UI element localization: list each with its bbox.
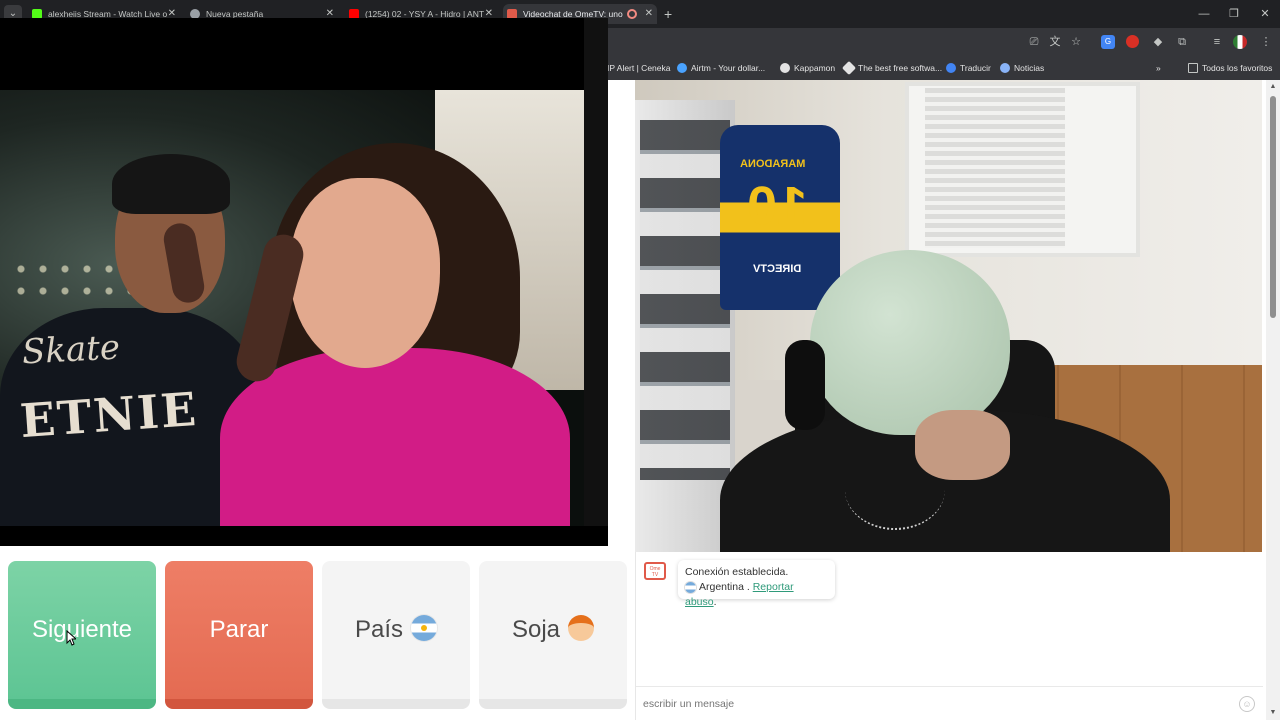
shirt-text-top: Skate xyxy=(21,327,121,373)
recording-icon xyxy=(627,9,637,19)
extension-translate-icon[interactable]: G xyxy=(1101,35,1115,49)
stranger-video: MARADONA 10 DIRECTV xyxy=(635,80,1262,552)
bookmark-traducir[interactable]: Traducir xyxy=(946,56,991,80)
bookmark-kappamon[interactable]: Kappamon xyxy=(780,56,835,80)
news-bookmark-icon xyxy=(1000,63,1010,73)
video-person2-sweater xyxy=(220,348,570,546)
profile-icon[interactable] xyxy=(1233,35,1247,49)
jersey-number: 10 xyxy=(747,176,808,236)
bookmark-label: The best free softwa... xyxy=(858,63,943,73)
video-necklace xyxy=(845,450,945,530)
ometv-logo-icon: Ome TV xyxy=(644,562,666,580)
gender-filter-button[interactable]: Soja xyxy=(479,561,627,709)
translate-icon[interactable]: 文 xyxy=(1047,34,1063,50)
argentina-flag-icon xyxy=(685,581,696,593)
emoji-icon[interactable]: ☺ xyxy=(1239,696,1255,712)
bookmark-label: Kappamon xyxy=(794,63,836,73)
all-bookmarks-label: Todos los favoritos xyxy=(1202,63,1273,73)
stop-button[interactable]: Parar xyxy=(165,561,313,709)
jersey-name: MARADONA xyxy=(740,158,806,170)
country-name: Argentina xyxy=(699,581,744,593)
restore-icon[interactable]: ❐ xyxy=(1219,4,1249,24)
gender-label: Soja xyxy=(511,616,561,643)
all-bookmarks-button[interactable]: Todos los favoritos xyxy=(1188,56,1272,80)
bookmark-free-software[interactable]: The best free softwa... xyxy=(841,56,943,80)
next-button[interactable]: Siguiente xyxy=(8,561,156,709)
video-headset xyxy=(785,340,825,430)
folder-icon xyxy=(1188,63,1198,73)
airtm-icon xyxy=(677,63,687,73)
video-edge xyxy=(584,18,608,546)
argentina-flag-icon xyxy=(411,614,438,641)
diamond-bookmark-icon xyxy=(841,60,857,76)
country-line: Argentina . Reportar abuso. xyxy=(685,580,828,610)
minimize-icon[interactable]: — xyxy=(1189,4,1219,24)
bookmarks-overflow-button[interactable]: » xyxy=(1156,56,1161,80)
extension-red-icon[interactable] xyxy=(1126,35,1139,48)
chat-panel: Ome TV Conexión establecida. Argentina .… xyxy=(635,552,1263,720)
video-person-beanie xyxy=(810,250,1010,435)
bookmark-label: Traducir xyxy=(960,63,991,73)
system-message: Conexión establecida. Argentina . Report… xyxy=(678,560,835,608)
kappamon-icon xyxy=(780,63,790,73)
video-shelf-items xyxy=(640,120,730,480)
extension-diamond-icon[interactable]: ◆ xyxy=(1150,34,1166,50)
star-icon[interactable]: ☆ xyxy=(1068,34,1084,50)
menu-icon[interactable]: ⋮ xyxy=(1258,34,1274,50)
mouse-cursor-icon xyxy=(66,630,76,646)
bookmark-airtm[interactable]: Airtm - Your dollar... xyxy=(677,56,765,80)
video-person1-hair xyxy=(112,154,230,214)
country-filter-button[interactable]: País xyxy=(322,561,470,709)
bookmark-label: IP Alert | Ceneka xyxy=(607,63,671,73)
bookmark-noticias[interactable]: Noticias xyxy=(1000,56,1044,80)
next-label: Siguiente xyxy=(31,616,133,643)
country-label: País xyxy=(354,616,404,643)
video-blind xyxy=(925,88,1065,248)
chevron-double-right-icon: » xyxy=(1156,63,1161,73)
translate-bookmark-icon xyxy=(946,63,956,73)
scroll-down-icon[interactable]: ▼ xyxy=(1269,709,1277,717)
new-tab-button[interactable]: + xyxy=(664,4,672,24)
chat-input-bar: ☺ xyxy=(636,686,1263,720)
bookmark-label: Noticias xyxy=(1014,63,1045,73)
report-suffix: . xyxy=(713,596,717,608)
scroll-thumb[interactable] xyxy=(1270,96,1276,318)
separator: . xyxy=(743,581,753,593)
scroll-up-icon[interactable]: ▲ xyxy=(1269,83,1277,91)
close-tab-icon[interactable]: ✕ xyxy=(645,4,653,24)
cast-icon[interactable]: ⎚ xyxy=(1026,34,1042,50)
connection-status: Conexión establecida. xyxy=(685,566,789,578)
jersey-sponsor: DIRECTV xyxy=(753,263,802,275)
message-input[interactable] xyxy=(643,694,1223,714)
video-person2-face xyxy=(290,178,440,368)
stop-label: Parar xyxy=(209,616,269,643)
media-icon[interactable]: ≡ xyxy=(1209,34,1225,50)
page-scrollbar[interactable]: ▲ ▼ xyxy=(1266,80,1280,720)
puzzle-icon[interactable]: ⧉ xyxy=(1174,34,1190,50)
self-video: Skate ETNIE xyxy=(0,18,608,546)
bookmark-label: Airtm - Your dollar... xyxy=(691,63,766,73)
video-bottom-bar xyxy=(0,526,608,546)
boy-emoji-icon xyxy=(568,614,595,641)
close-window-icon[interactable]: ✕ xyxy=(1250,4,1280,24)
